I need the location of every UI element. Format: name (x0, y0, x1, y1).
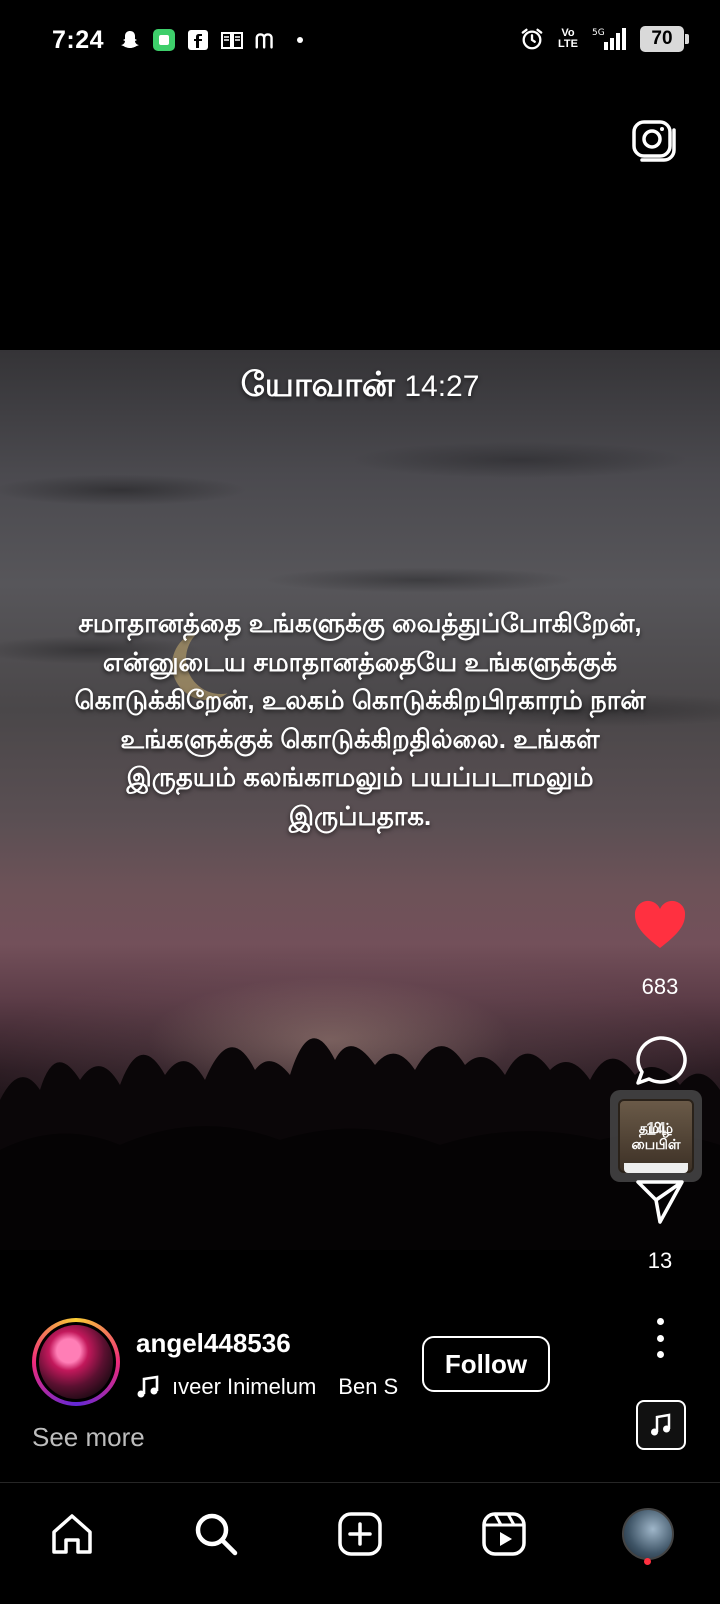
more-notifications-icon (288, 28, 312, 52)
camera-icon[interactable] (630, 116, 678, 164)
song-marquee: ıveer Inimelum Ben S (172, 1374, 398, 1400)
search-icon[interactable] (186, 1504, 246, 1564)
svg-text:5G: 5G (592, 28, 605, 38)
more-options-icon[interactable] (646, 1318, 674, 1358)
app-green-icon (152, 28, 176, 52)
dot (656, 1318, 664, 1325)
verse-number: 14:27 (404, 370, 480, 403)
nav-divider (0, 1482, 720, 1483)
follow-button[interactable]: Follow (422, 1336, 550, 1392)
volte-icon: Vo LTE (558, 27, 578, 50)
audio-thumbnail[interactable] (636, 1400, 686, 1450)
create-icon[interactable] (330, 1504, 390, 1564)
avatar-image (39, 1325, 113, 1399)
music-note-icon (137, 1375, 159, 1398)
comment-icon[interactable] (620, 1034, 700, 1088)
profile-notification-dot (644, 1558, 651, 1565)
profile-avatar[interactable] (618, 1504, 678, 1564)
signal-icon: 5G (592, 27, 628, 51)
m-app-icon (254, 28, 278, 52)
battery-indicator: 70 (640, 26, 689, 52)
status-time: 7:24 (52, 26, 105, 54)
notification-icons (118, 28, 312, 52)
verse-reference: யோவான் 14:27 (0, 366, 720, 409)
share-icon[interactable] (620, 1176, 700, 1226)
bible-sticker: தமிழ் பைபிள் 14 (610, 1090, 702, 1182)
verse-book: யோவான் (240, 366, 395, 404)
like-button[interactable] (620, 900, 700, 954)
author-username[interactable]: angel448536 (136, 1328, 291, 1359)
like-count[interactable]: 683 (620, 974, 700, 1000)
alarm-icon (520, 27, 544, 51)
reels-screen: 7:24 Vo LTE 5G 70 யோவான் 14:27 சமாதானத்த… (0, 0, 720, 1604)
share-count[interactable]: 13 (620, 1248, 700, 1274)
snapchat-icon (118, 28, 142, 52)
verse-text: சமாதானத்தை உங்களுக்கு வைத்துப்போகிறேன், … (74, 608, 646, 831)
song-title: ıveer Inimelum (172, 1374, 317, 1399)
status-bar: 7:24 Vo LTE 5G 70 (0, 0, 720, 84)
home-icon[interactable] (42, 1504, 102, 1564)
author-avatar[interactable] (32, 1318, 120, 1406)
sticker-num: 14 (645, 1119, 667, 1139)
book-pages (624, 1163, 688, 1173)
reels-icon[interactable] (474, 1504, 534, 1564)
dot (656, 1334, 664, 1342)
profile-picture (622, 1508, 674, 1560)
bible-book-icon: தமிழ் பைபிள் 14 (618, 1099, 694, 1173)
see-more-link[interactable]: See more (32, 1422, 145, 1453)
music-info[interactable]: ıveer Inimelum Ben S (136, 1372, 400, 1402)
bottom-nav (0, 1484, 720, 1604)
news-icon (220, 28, 244, 52)
system-icons: Vo LTE 5G 70 (520, 26, 689, 52)
facebook-icon (186, 28, 210, 52)
dot (656, 1351, 664, 1358)
song-artist: Ben S (338, 1374, 399, 1399)
avatar-ring-inner (36, 1322, 116, 1402)
